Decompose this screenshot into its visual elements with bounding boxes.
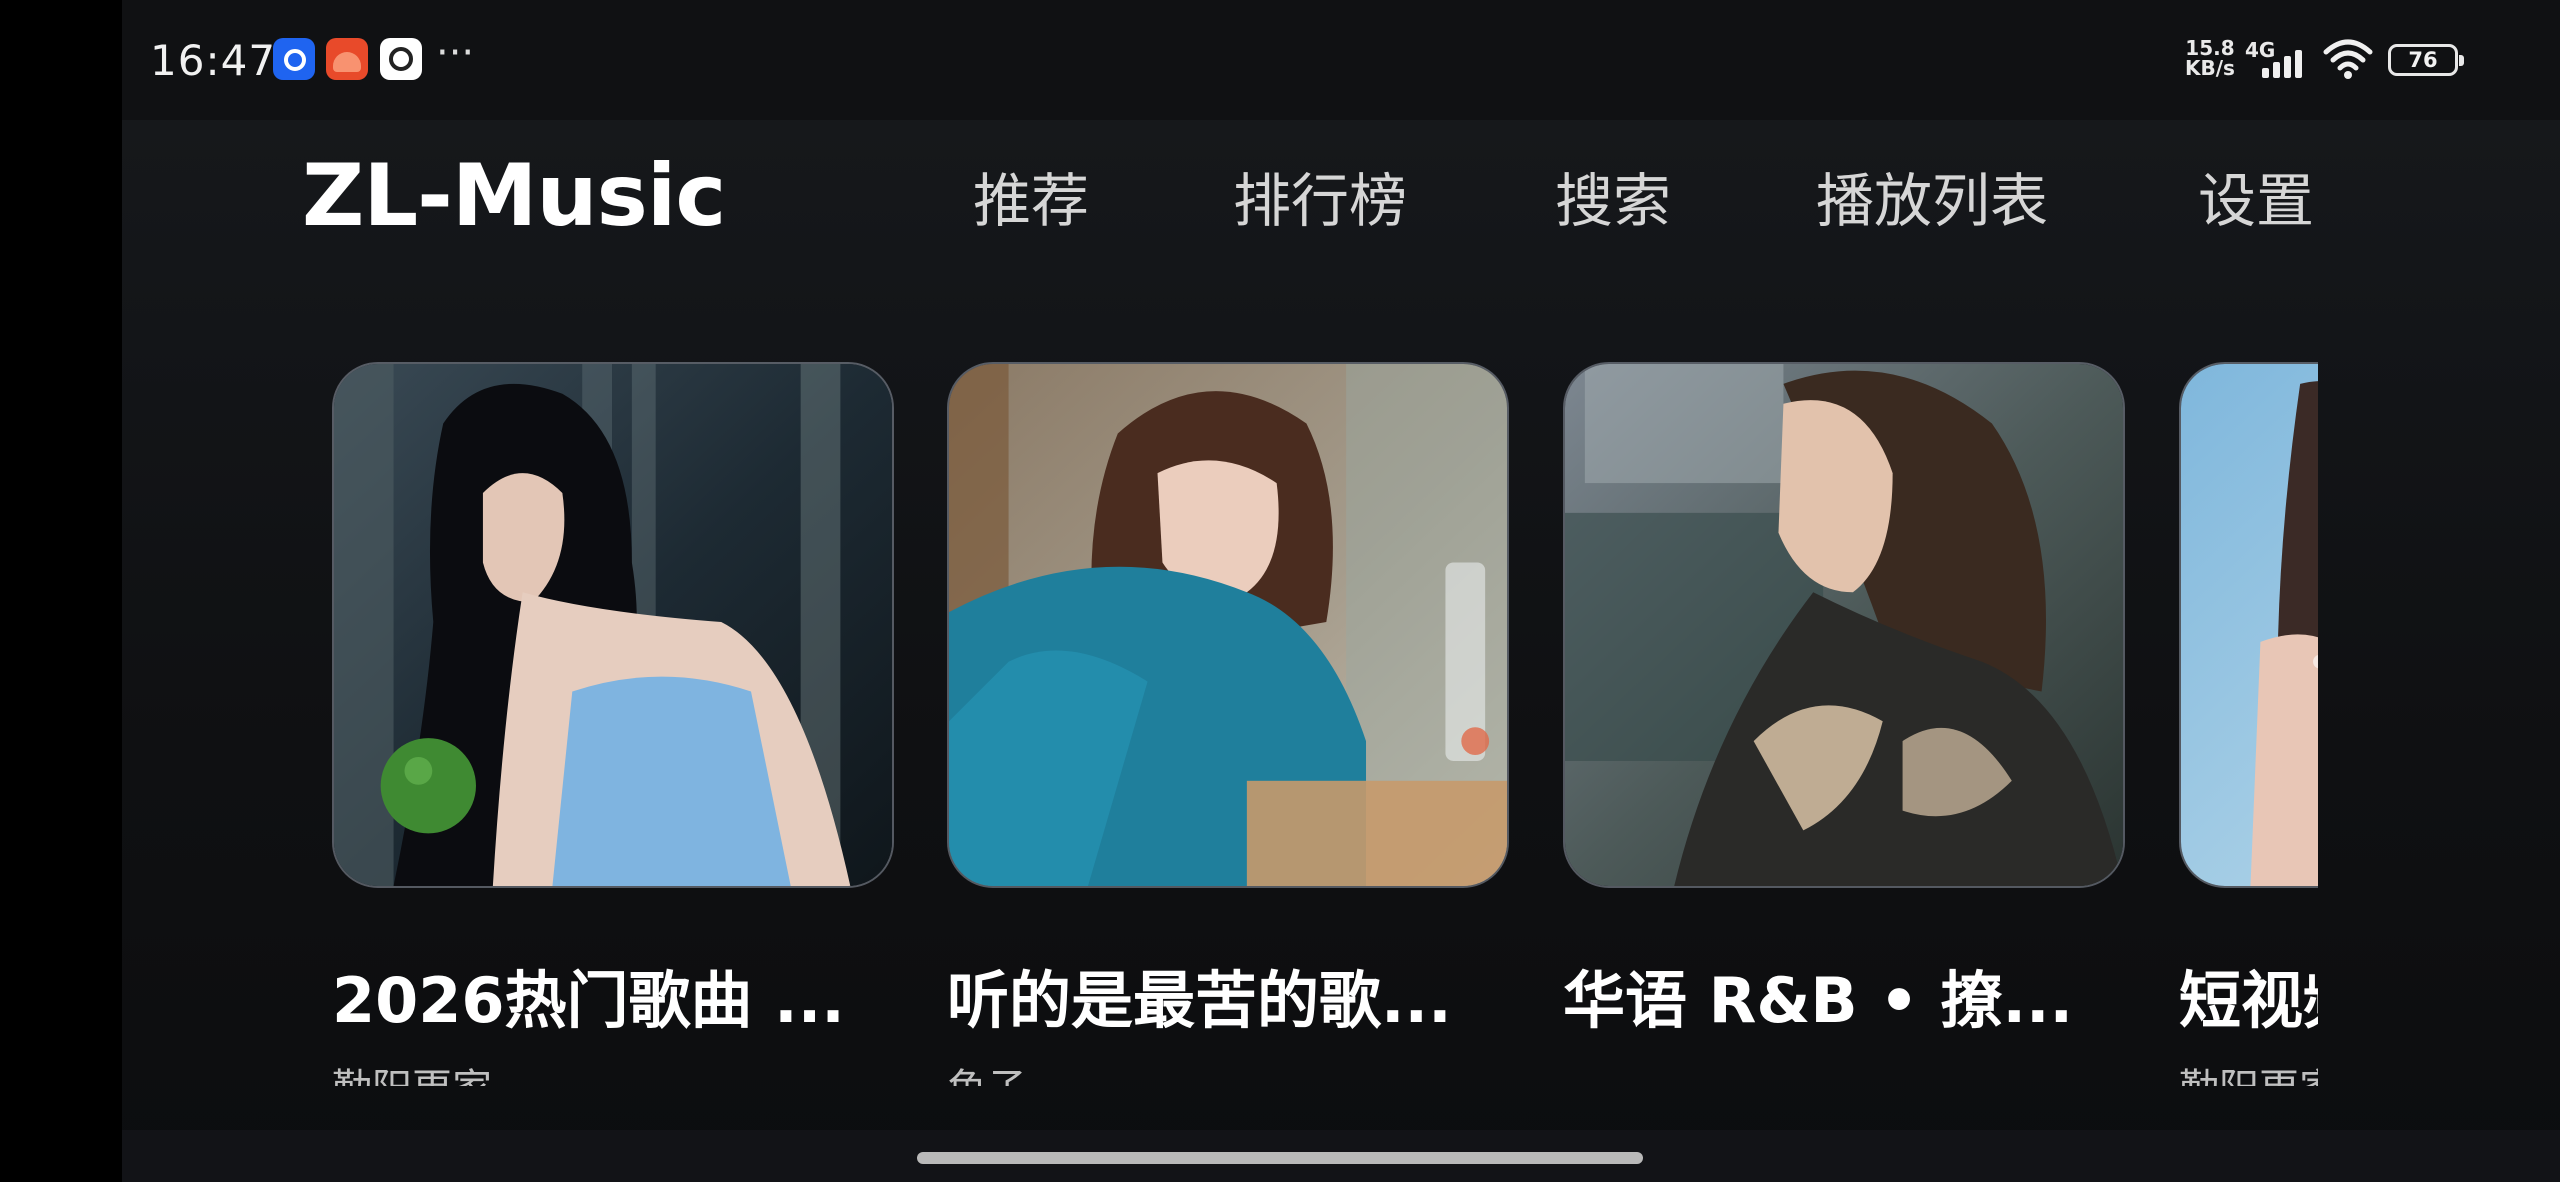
browser-app-icon <box>273 38 315 80</box>
playlist-card[interactable]: 听的是最苦的歌... 鱼子 <box>947 362 1509 1086</box>
playlist-creator: 勤阳更家 <box>332 1066 492 1112</box>
playlist-cover-image[interactable] <box>1563 362 2125 888</box>
wifi-icon <box>2323 39 2373 79</box>
network-speed: 15.8 KB/s <box>2185 38 2235 78</box>
nav-tab-settings[interactable]: 设置 <box>2198 154 2314 238</box>
playlist-cover-image[interactable] <box>947 362 1509 888</box>
playlist-card[interactable]: 华语 R&B • 撩... <box>1563 362 2125 1037</box>
playlist-creator: 鱼子 <box>947 1066 1027 1112</box>
top-navigation: 推荐 排行榜 搜索 播放列表 设置 <box>122 154 2560 235</box>
status-time: 16:47 <box>150 36 277 85</box>
playlist-title: 短视频热歌 <box>2179 964 2318 1037</box>
playlist-cover-image[interactable] <box>332 362 894 888</box>
battery-level: 76 <box>2408 48 2438 72</box>
screen-left-edge <box>0 0 122 1182</box>
battery-icon: 76 <box>2388 44 2464 76</box>
playlist-title: 华语 R&B • 撩... <box>1563 964 2074 1037</box>
network-speed-unit: KB/s <box>2185 56 2235 80</box>
playlist-cover-image[interactable] <box>2179 362 2318 888</box>
playlist-title: 听的是最苦的歌... <box>947 964 1452 1037</box>
home-indicator[interactable] <box>917 1152 1643 1164</box>
nav-tab-search[interactable]: 搜索 <box>1555 154 1671 238</box>
more-notifications-icon: ··· <box>436 30 475 76</box>
chatgpt-app-icon <box>380 38 422 80</box>
playlist-card[interactable]: 短视频热歌 勤阳更家 <box>2179 362 2318 1086</box>
network-speed-value: 15.8 <box>2185 36 2235 60</box>
nav-tab-recommend[interactable]: 推荐 <box>973 154 1089 238</box>
playlist-title: 2026热门歌曲 ... <box>332 964 845 1037</box>
nav-tab-charts[interactable]: 排行榜 <box>1233 154 1407 238</box>
playlist-creator: 勤阳更家 <box>2179 1066 2318 1112</box>
food-app-icon <box>326 38 368 80</box>
playlist-carousel[interactable]: 2026热门歌曲 ... 勤阳更家 听的是最苦的歌... 鱼子 华语 R&B •… <box>332 362 2318 1182</box>
playlist-card[interactable]: 2026热门歌曲 ... 勤阳更家 <box>332 362 894 1086</box>
app-window: ZL-Music 推荐 排行榜 搜索 播放列表 设置 2026热门歌曲 ... … <box>122 120 2560 1182</box>
signal-strength-icon <box>2262 44 2310 78</box>
nav-tab-playlists[interactable]: 播放列表 <box>1816 154 2048 238</box>
